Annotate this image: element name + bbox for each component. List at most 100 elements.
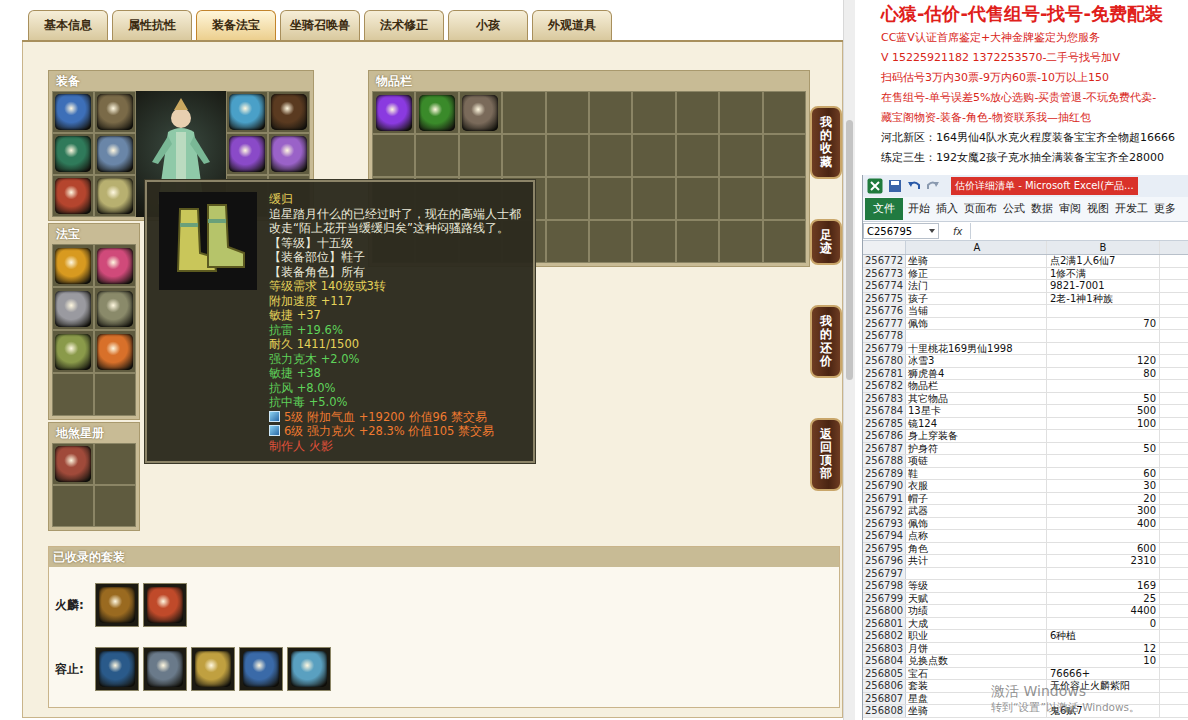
inventory-slot[interactable] xyxy=(719,220,762,263)
scrollbar[interactable] xyxy=(843,0,855,720)
cell[interactable]: 功绩 xyxy=(906,605,1047,617)
row-number[interactable]: 256785 xyxy=(863,418,906,430)
cell[interactable]: 坐骑 xyxy=(906,255,1047,267)
cell[interactable]: 物品栏 xyxy=(906,380,1047,392)
row-number[interactable]: 256776 xyxy=(863,305,906,317)
inventory-slot[interactable] xyxy=(632,177,675,220)
row-number[interactable]: 256804 xyxy=(863,655,906,667)
suit-item[interactable] xyxy=(239,647,283,691)
row-number[interactable]: 256797 xyxy=(863,568,906,580)
equipment-slot[interactable] xyxy=(268,91,310,133)
inventory-slot[interactable] xyxy=(719,134,762,177)
cell[interactable]: 6种植 xyxy=(1047,630,1160,642)
ribbon-tab[interactable]: 页面布 xyxy=(961,199,1000,219)
inventory-slot[interactable] xyxy=(676,91,719,134)
cell[interactable]: 1修不满 xyxy=(1047,268,1160,280)
row-number[interactable]: 256795 xyxy=(863,543,906,555)
cell[interactable]: 法门 xyxy=(906,280,1047,292)
cell[interactable]: 身上穿装备 xyxy=(906,430,1047,442)
undo-icon[interactable] xyxy=(907,179,921,193)
row-number[interactable]: 256792 xyxy=(863,505,906,517)
tab[interactable]: 法术修正 xyxy=(364,10,444,40)
inventory-slot[interactable] xyxy=(546,177,589,220)
tab[interactable]: 小孩 xyxy=(448,10,528,40)
inventory-slot[interactable] xyxy=(632,220,675,263)
inventory-slot[interactable] xyxy=(589,177,632,220)
cell[interactable] xyxy=(1047,430,1160,442)
row-number[interactable]: 256780 xyxy=(863,355,906,367)
ribbon-tab[interactable]: 插入 xyxy=(933,199,961,219)
tab[interactable]: 属性抗性 xyxy=(112,10,192,40)
cell[interactable]: 9821-7001 xyxy=(1047,280,1160,292)
ribbon-tab[interactable]: 审阅 xyxy=(1056,199,1084,219)
row-number[interactable]: 256802 xyxy=(863,630,906,642)
cell[interactable] xyxy=(1047,455,1160,467)
cell[interactable]: 无价容止火麟紫阳 xyxy=(1047,680,1160,692)
cell[interactable]: 角色 xyxy=(906,543,1047,555)
cell[interactable]: 星盘 xyxy=(906,693,1047,705)
row-number[interactable]: 256778 xyxy=(863,330,906,342)
ribbon-tab[interactable]: 视图 xyxy=(1084,199,1112,219)
inventory-slot[interactable] xyxy=(546,134,589,177)
cell[interactable]: 4400 xyxy=(1047,605,1160,617)
cell[interactable] xyxy=(906,568,1047,580)
inventory-slot[interactable] xyxy=(676,177,719,220)
inventory-slot[interactable] xyxy=(415,134,458,177)
inventory-slot[interactable] xyxy=(459,134,502,177)
row-number[interactable]: 256774 xyxy=(863,280,906,292)
cell[interactable]: 狮虎兽4 xyxy=(906,368,1047,380)
cell[interactable]: 20 xyxy=(1047,493,1160,505)
fabao-slot[interactable] xyxy=(94,287,136,330)
inventory-slot[interactable] xyxy=(502,134,545,177)
suit-item[interactable] xyxy=(95,583,139,627)
cell[interactable]: 10 xyxy=(1047,655,1160,667)
suit-item[interactable] xyxy=(143,583,187,627)
cell[interactable] xyxy=(1047,380,1160,392)
row-number[interactable]: 256786 xyxy=(863,430,906,442)
row-number[interactable]: 256775 xyxy=(863,293,906,305)
rail-button[interactable]: 我的收藏 xyxy=(810,106,842,179)
inventory-slot[interactable] xyxy=(676,134,719,177)
inventory-slot[interactable] xyxy=(546,220,589,263)
cell[interactable]: 佩饰 xyxy=(906,518,1047,530)
fabao-slot[interactable] xyxy=(52,287,94,330)
fabao-slot[interactable] xyxy=(52,330,94,373)
redo-icon[interactable] xyxy=(926,179,940,193)
rail-button[interactable]: 足迹 xyxy=(810,219,842,265)
cell[interactable]: 衣服 xyxy=(906,480,1047,492)
cell[interactable]: 武器 xyxy=(906,505,1047,517)
inventory-slot[interactable] xyxy=(763,134,806,177)
cell[interactable]: 月饼 xyxy=(906,643,1047,655)
ribbon-tab[interactable]: 文件 xyxy=(865,198,903,220)
cell[interactable] xyxy=(1047,530,1160,542)
cell[interactable]: 500 xyxy=(1047,405,1160,417)
cell[interactable]: 冰雪3 xyxy=(906,355,1047,367)
cell[interactable]: 2310 xyxy=(1047,555,1160,567)
equipment-slot[interactable] xyxy=(226,91,268,133)
cell[interactable]: 70 xyxy=(1047,318,1160,330)
cell[interactable]: 76666+ xyxy=(1047,668,1160,680)
row-number[interactable]: 256789 xyxy=(863,468,906,480)
cell[interactable] xyxy=(1047,305,1160,317)
rail-button[interactable]: 我的还价 xyxy=(810,305,842,378)
inventory-slot[interactable] xyxy=(589,220,632,263)
equipment-slot[interactable] xyxy=(268,133,310,175)
inventory-slot[interactable] xyxy=(676,220,719,263)
row-number[interactable]: 256794 xyxy=(863,530,906,542)
cell[interactable] xyxy=(906,330,1047,342)
fabao-slot[interactable] xyxy=(94,373,136,416)
tab[interactable]: 基本信息 xyxy=(28,10,108,40)
inventory-slot[interactable] xyxy=(372,91,415,134)
equipment-slot[interactable] xyxy=(52,91,94,133)
row-number[interactable]: 256782 xyxy=(863,380,906,392)
row-number[interactable]: 256772 xyxy=(863,255,906,267)
fabao-slot[interactable] xyxy=(94,244,136,287)
ribbon-tab[interactable]: 公式 xyxy=(1000,199,1028,219)
tab[interactable]: 坐骑召唤兽 xyxy=(280,10,360,40)
cell[interactable]: 镜124 xyxy=(906,418,1047,430)
row-number[interactable]: 256807 xyxy=(863,693,906,705)
disha-slot[interactable] xyxy=(52,443,94,485)
row-number[interactable]: 256808 xyxy=(863,705,906,717)
disha-slot[interactable] xyxy=(94,443,136,485)
cell[interactable]: 300 xyxy=(1047,505,1160,517)
